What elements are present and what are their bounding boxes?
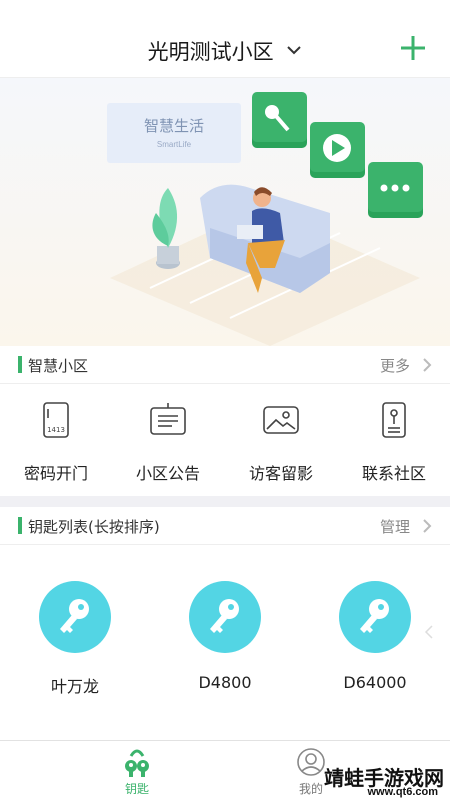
plus-icon[interactable] [398, 33, 428, 63]
key-button[interactable] [189, 581, 261, 653]
key-name: D4800 [198, 673, 252, 692]
key-name: 叶万龙 [50, 677, 99, 696]
key-button[interactable] [339, 581, 411, 653]
chevron-right-icon[interactable] [422, 518, 432, 534]
key-item[interactable]: 叶万龙 [5, 581, 145, 697]
key-button[interactable] [39, 581, 111, 653]
phone-contact-icon [382, 402, 406, 438]
banner-illustration[interactable]: 智慧生活 SmartLife [0, 78, 450, 346]
tab-keys[interactable]: 钥匙 [92, 746, 182, 797]
password-open-door[interactable]: 1413 密码开门 [0, 400, 112, 484]
quick-label: 小区公告 [135, 464, 200, 483]
quick-label: 联系社区 [361, 464, 426, 483]
app-header: 光明测试小区 [0, 0, 450, 78]
user-icon [297, 748, 325, 776]
chevron-down-icon [287, 46, 302, 55]
key-item[interactable]: D4800 [155, 581, 295, 692]
quick-label: 访客留影 [248, 464, 313, 483]
chevron-right-icon[interactable] [422, 357, 432, 373]
contact-community[interactable]: 联系社区 [338, 400, 450, 484]
key-name: D64000 [343, 673, 407, 692]
section-title: 智慧小区 [28, 357, 89, 375]
section-accent-bar [18, 356, 22, 373]
key-list-header: 钥匙列表(长按排序) 管理 [0, 507, 450, 545]
smart-community-header: 智慧小区 更多 [0, 346, 450, 384]
keys-icon [125, 749, 149, 777]
section-accent-bar [18, 517, 22, 534]
section-divider [0, 496, 450, 507]
section-title: 钥匙列表(长按排序) [28, 518, 160, 536]
notice-board-icon [150, 403, 186, 435]
key-icon [210, 599, 239, 633]
manage-link[interactable]: 管理 [380, 516, 410, 537]
smartlife-card: 智慧生活 SmartLife [107, 103, 241, 163]
key-icon [60, 599, 89, 633]
more-link[interactable]: 更多 [380, 355, 410, 376]
tab-label: 钥匙 [124, 782, 149, 796]
keypad-icon: 1413 [43, 402, 69, 438]
watermark-url: www.qt6.com [367, 786, 439, 798]
key-icon [360, 599, 389, 633]
page-title: 光明测试小区 [147, 40, 274, 64]
community-selector[interactable]: 光明测试小区 [0, 36, 450, 66]
key-list: 叶万龙 D4800 D64000 [0, 546, 450, 740]
community-notice[interactable]: 小区公告 [112, 400, 224, 484]
smartlife-subtitle: SmartLife [156, 140, 192, 149]
chevron-left-icon[interactable] [424, 624, 434, 640]
visitor-photo[interactable]: 访客留影 [225, 400, 337, 484]
photo-icon [263, 406, 299, 434]
smart-community-grid: 1413 密码开门 小区公告 访客留影 联系社区 [0, 384, 450, 496]
quick-label: 密码开门 [23, 464, 88, 483]
svg-text:1413: 1413 [47, 426, 65, 434]
smartlife-title: 智慧生活 [143, 117, 204, 135]
